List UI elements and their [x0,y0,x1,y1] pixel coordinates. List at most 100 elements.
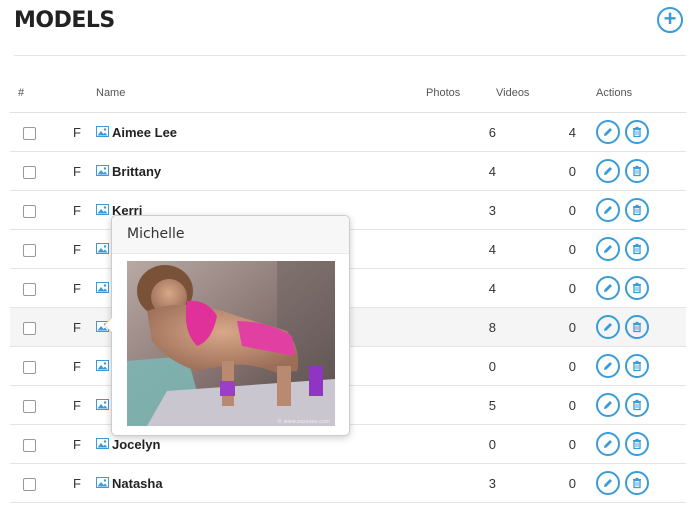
delete-button[interactable] [625,159,649,183]
row-checkbox[interactable] [23,243,36,257]
image-icon[interactable] [96,359,109,374]
image-icon[interactable] [96,281,109,296]
edit-button[interactable] [596,237,620,261]
delete-button[interactable] [625,276,649,300]
actions-cell [576,112,686,152]
videos-count: 0 [496,463,576,503]
row-check-cell [10,424,73,464]
image-icon[interactable] [96,125,109,140]
actions-cell [576,463,686,503]
row-checkbox[interactable] [23,165,36,179]
gender-cell: F [73,229,96,269]
model-name-link[interactable]: Jocelyn [112,437,160,452]
row-check-cell [10,112,73,152]
gender-cell: F [73,424,96,464]
photos-count: 6 [426,112,496,152]
photos-count: 0 [426,346,496,386]
row-check-cell [10,463,73,503]
edit-button[interactable] [596,198,620,222]
column-header-photos[interactable]: Photos [426,74,496,113]
videos-count: 0 [496,151,576,191]
delete-button[interactable] [625,120,649,144]
model-name-link[interactable]: Aimee Lee [112,125,177,140]
column-header-actions: Actions [576,74,686,113]
delete-button[interactable] [625,471,649,495]
table-row: F Aimee Lee 6 4 [10,112,686,152]
photos-count: 4 [426,151,496,191]
edit-button[interactable] [596,471,620,495]
model-name-link[interactable]: Brittany [112,164,161,179]
edit-button[interactable] [596,315,620,339]
edit-button[interactable] [596,276,620,300]
image-icon[interactable] [96,242,109,257]
videos-count: 0 [496,385,576,425]
gender-cell: F [73,463,96,503]
column-header-name[interactable]: Name [96,74,426,113]
photos-count: 5 [426,385,496,425]
videos-count: 0 [496,268,576,308]
edit-button[interactable] [596,393,620,417]
image-icon[interactable] [96,164,109,179]
model-preview-popover: Michelle © www.xxxxxxx.com [104,215,350,436]
row-checkbox[interactable] [23,399,36,413]
videos-count: 0 [496,229,576,269]
videos-count: 0 [496,346,576,386]
model-name-link[interactable]: Natasha [112,476,163,491]
photos-count: 0 [426,424,496,464]
photos-count: 3 [426,463,496,503]
table-row: F Brittany 4 0 [10,151,686,191]
delete-button[interactable] [625,393,649,417]
image-icon[interactable] [96,398,109,413]
edit-button[interactable] [596,159,620,183]
column-header-index: # [10,74,73,113]
photos-count: 3 [426,190,496,230]
actions-cell [576,307,686,347]
delete-button[interactable] [625,198,649,222]
gender-cell: F [73,385,96,425]
videos-count: 0 [496,307,576,347]
row-check-cell [10,151,73,191]
image-icon[interactable] [96,437,109,452]
image-icon[interactable] [96,203,109,218]
videos-count: 0 [496,190,576,230]
row-checkbox[interactable] [23,126,36,140]
photos-count: 4 [426,268,496,308]
gender-cell: F [73,190,96,230]
row-checkbox[interactable] [23,282,36,296]
edit-button[interactable] [596,354,620,378]
delete-button[interactable] [625,237,649,261]
photos-count: 8 [426,307,496,347]
plus-circle-icon: + [663,6,677,31]
delete-button[interactable] [625,315,649,339]
edit-button[interactable] [596,120,620,144]
row-checkbox[interactable] [23,477,36,491]
actions-cell [576,346,686,386]
videos-count: 0 [496,424,576,464]
row-checkbox[interactable] [23,321,36,335]
gender-cell: F [73,112,96,152]
gender-cell: F [73,307,96,347]
image-icon[interactable] [96,476,109,491]
name-cell: Natasha [96,463,426,503]
videos-count: 4 [496,112,576,152]
name-cell: Aimee Lee [96,112,426,152]
column-header-videos[interactable]: Videos [496,74,576,113]
row-checkbox[interactable] [23,204,36,218]
row-checkbox[interactable] [23,438,36,452]
gender-cell: F [73,151,96,191]
row-check-cell [10,229,73,269]
table-header-row: # Name Photos Videos Actions [10,74,686,113]
edit-button[interactable] [596,432,620,456]
table-row: F Natasha 3 0 [10,463,686,503]
add-model-button[interactable]: + [657,7,683,33]
row-check-cell [10,190,73,230]
row-checkbox[interactable] [23,360,36,374]
delete-button[interactable] [625,432,649,456]
delete-button[interactable] [625,354,649,378]
actions-cell [576,385,686,425]
title-divider [14,55,686,56]
actions-cell [576,229,686,269]
popover-title: Michelle [112,216,349,254]
row-check-cell [10,268,73,308]
gender-cell: F [73,346,96,386]
